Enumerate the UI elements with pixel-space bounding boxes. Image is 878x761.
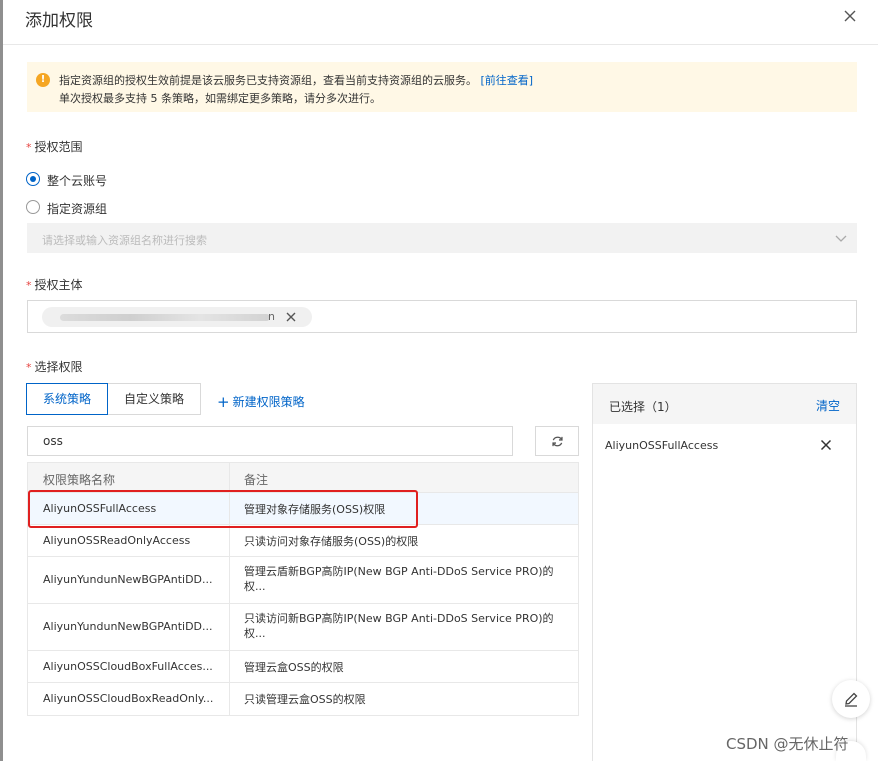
selected-title: 已选择（1） xyxy=(609,400,677,414)
pencil-icon xyxy=(845,692,858,707)
tab-custom-policy[interactable]: 自定义策略 xyxy=(107,383,201,415)
principal-tag-tail: n xyxy=(268,310,275,323)
table-row[interactable]: AliyunOSSFullAccess 管理对象存储服务(OSS)权限 xyxy=(28,493,578,525)
selected-panel: 已选择（1） 清空 AliyunOSSFullAccess xyxy=(592,383,857,761)
dialog-title: 添加权限 xyxy=(25,11,93,31)
permissions-label: * 选择权限 xyxy=(26,360,83,374)
refresh-icon xyxy=(552,436,563,447)
search-value: oss xyxy=(43,434,63,448)
edit-floating-button[interactable] xyxy=(832,680,870,718)
policy-note: 只读管理云盒OSS的权限 xyxy=(244,693,366,706)
refresh-button[interactable] xyxy=(535,426,579,456)
tab-system-policy[interactable]: 系统策略 xyxy=(26,383,108,415)
radio-label: 指定资源组 xyxy=(47,202,108,216)
radio-whole-account[interactable]: 整个云账号 xyxy=(26,171,226,188)
table-header: 权限策略名称 备注 xyxy=(28,463,578,493)
policy-note: 管理云盾新BGP高防IP(New BGP Anti-DDoS Service P… xyxy=(244,565,554,593)
remove-selected-icon[interactable] xyxy=(820,439,832,451)
policy-note: 只读访问对象存储服务(OSS)的权限 xyxy=(244,535,419,548)
radio-circle xyxy=(26,200,40,214)
policy-name: AliyunYundunNewBGPAntiDD... xyxy=(43,573,213,586)
policy-name: AliyunYundunNewBGPAntiDD... xyxy=(43,620,213,633)
table-row[interactable]: AliyunOSSReadOnlyAccess 只读访问对象存储服务(OSS)的… xyxy=(28,525,578,557)
watermark: CSDN @无休止符 xyxy=(726,735,849,753)
resource-group-placeholder: 请选择或输入资源组名称进行搜索 xyxy=(42,234,207,247)
radio-label: 整个云账号 xyxy=(47,174,108,188)
principal-tag: n xyxy=(42,307,312,327)
policy-name: AliyunOSSCloudBoxReadOnly... xyxy=(43,692,214,705)
dialog-header: 添加权限 xyxy=(3,0,878,45)
resource-group-select[interactable]: 请选择或输入资源组名称进行搜索 xyxy=(27,223,857,253)
column-note: 备注 xyxy=(244,473,269,487)
notice-line-2: 单次授权最多支持 5 条策略，如需绑定更多策略，请分多次进行。 xyxy=(59,92,381,105)
policy-name: AliyunOSSFullAccess xyxy=(43,502,157,515)
policy-note: 只读访问新BGP高防IP(New BGP Anti-DDoS Service P… xyxy=(244,612,554,640)
notice-text: 指定资源组的授权生效前提是该云服务已支持资源组，查看当前支持资源组的云服务。 xyxy=(59,74,477,87)
redacted-principal xyxy=(60,314,270,321)
warning-icon: ! xyxy=(36,73,50,87)
principal-label: * 授权主体 xyxy=(26,278,83,292)
table-row[interactable]: AliyunYundunNewBGPAntiDD... 只读访问新BGP高防IP… xyxy=(28,604,578,651)
selected-panel-header: 已选择（1） 清空 xyxy=(593,384,856,424)
column-name: 权限策略名称 xyxy=(43,473,116,487)
clear-button[interactable]: 清空 xyxy=(816,397,840,414)
policy-note: 管理对象存储服务(OSS)权限 xyxy=(244,503,386,516)
view-supported-link[interactable]: [前往查看] xyxy=(481,74,534,87)
scope-label: * 授权范围 xyxy=(26,140,83,154)
table-row[interactable]: AliyunYundunNewBGPAntiDD... 管理云盾新BGP高防IP… xyxy=(28,557,578,604)
notice-banner: ! 指定资源组的授权生效前提是该云服务已支持资源组，查看当前支持资源组的云服务。… xyxy=(27,62,857,112)
table-row[interactable]: AliyunOSSCloudBoxReadOnly... 只读管理云盒OSS的权… xyxy=(28,683,578,715)
new-policy-link[interactable]: + 新建权限策略 xyxy=(217,392,305,411)
principal-input[interactable]: n xyxy=(27,300,857,333)
table-row[interactable]: AliyunOSSCloudBoxFullAcces... 管理云盒OSS的权限 xyxy=(28,651,578,683)
close-icon[interactable] xyxy=(842,8,858,24)
policy-search-input[interactable]: oss xyxy=(27,426,513,456)
policy-table: 权限策略名称 备注 AliyunOSSFullAccess 管理对象存储服务(O… xyxy=(27,462,579,716)
policy-name: AliyunOSSReadOnlyAccess xyxy=(43,534,191,547)
policy-note: 管理云盒OSS的权限 xyxy=(244,661,344,674)
chevron-down-icon xyxy=(835,235,847,242)
radio-circle xyxy=(26,172,40,186)
selected-item: AliyunOSSFullAccess xyxy=(605,439,719,452)
notice-line-1: 指定资源组的授权生效前提是该云服务已支持资源组，查看当前支持资源组的云服务。 [… xyxy=(59,72,533,88)
radio-resource-group[interactable]: 指定资源组 xyxy=(26,199,226,216)
plus-icon: + xyxy=(217,393,230,411)
window-left-edge xyxy=(0,0,3,761)
remove-tag-icon[interactable] xyxy=(285,311,297,323)
policy-name: AliyunOSSCloudBoxFullAcces... xyxy=(43,660,213,673)
